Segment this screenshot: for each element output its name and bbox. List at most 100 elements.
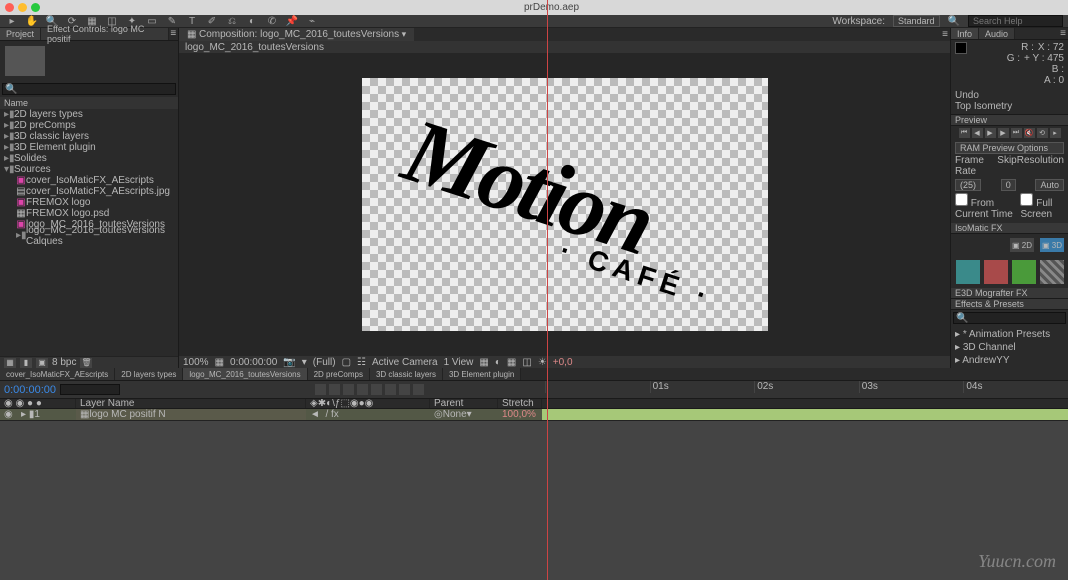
audio-tab[interactable]: Audio (979, 28, 1015, 39)
parent-dropdown[interactable]: ◎ None ▾ (430, 409, 498, 420)
camera-dropdown[interactable]: Active Camera (372, 357, 438, 368)
tl-tool-icon[interactable] (329, 384, 340, 395)
name-column-header[interactable]: Name (0, 97, 178, 109)
composition-viewer[interactable]: Motion · CAFÉ · (179, 53, 950, 356)
close-window-button[interactable] (5, 3, 14, 12)
play-button[interactable]: ▶ (985, 128, 996, 138)
info-tab[interactable]: Info (951, 28, 979, 39)
panel-menu-icon[interactable]: ≡ (1058, 28, 1068, 39)
folder-item[interactable]: ▸▮3D Element plugin (0, 142, 178, 153)
iso-2d-button[interactable]: ▣ 2D (1010, 238, 1034, 252)
ram-preview-button[interactable]: ▸ (1050, 128, 1061, 138)
hand-tool-icon[interactable]: ✋ (25, 16, 39, 27)
panel-menu-icon[interactable]: ≡ (940, 29, 950, 40)
tl-tool-icon[interactable] (343, 384, 354, 395)
flowchart-icon[interactable]: ▦ (187, 29, 196, 40)
timeline-tab[interactable]: 2D preComps (308, 368, 370, 380)
iso-cube-button[interactable] (1040, 260, 1064, 284)
first-frame-button[interactable]: ⏮ (959, 128, 970, 138)
iso-cube-button[interactable] (984, 260, 1008, 284)
stretch-column[interactable]: Stretch (498, 399, 542, 408)
roto-tool-icon[interactable]: ✆ (265, 16, 279, 27)
tl-tool-icon[interactable] (399, 384, 410, 395)
bpc-label[interactable]: 8 bpc (52, 357, 76, 368)
new-comp-button[interactable]: ▣ (36, 358, 48, 368)
delete-button[interactable]: 🗑 (80, 358, 92, 368)
tl-tool-icon[interactable] (371, 384, 382, 395)
interpret-button[interactable]: ▦ (4, 358, 16, 368)
next-frame-button[interactable]: ▶ (998, 128, 1009, 138)
tl-tool-icon[interactable] (357, 384, 368, 395)
timeline-tab[interactable]: 3D Element plugin (443, 368, 521, 380)
folder-item[interactable]: ▾▮Sources (0, 164, 178, 175)
time-display[interactable]: 0:00:00:00 (230, 357, 277, 368)
reset-exposure-icon[interactable]: ☀ (538, 357, 547, 368)
timeline-empty-area[interactable] (0, 421, 1068, 580)
effect-controls-tab[interactable]: Effect Controls: logo MC positif (41, 28, 169, 40)
folder-item[interactable]: ▸▮2D layers types (0, 109, 178, 120)
layer-switches[interactable]: ◄ / fx (306, 409, 430, 420)
layer-duration-bar[interactable] (542, 409, 1068, 420)
ram-options-dropdown[interactable]: RAM Preview Options (955, 142, 1064, 154)
resolution-dropdown[interactable]: Auto (1035, 179, 1064, 191)
view-dropdown[interactable]: 1 View (444, 357, 474, 368)
layer-name-column[interactable]: Layer Name (76, 399, 306, 408)
tl-tool-icon[interactable] (385, 384, 396, 395)
tl-tool-icon[interactable] (315, 384, 326, 395)
skip-dropdown[interactable]: 0 (1001, 179, 1016, 191)
timeline-tab[interactable]: 2D layers types (115, 368, 183, 380)
source-item[interactable]: ▸▮logo_MC_2016_toutesVersions Calques (0, 230, 178, 241)
mute-button[interactable]: 🔇 (1024, 128, 1035, 138)
parent-column[interactable]: Parent (430, 399, 498, 408)
timeline-tab[interactable]: logo_MC_2016_toutesVersions (183, 368, 307, 380)
timeline-tab[interactable]: 3D classic layers (370, 368, 443, 380)
misc-tool-icon[interactable]: ⌁ (305, 16, 319, 27)
panel-menu-icon[interactable]: ≡ (169, 28, 178, 40)
timeline-tab[interactable]: cover_IsoMaticFX_AEscripts (0, 368, 115, 380)
fast-preview-icon[interactable]: ◐ (495, 357, 501, 368)
preset-item[interactable]: ▸ 3D Channel (955, 341, 1064, 354)
layer-av-toggles[interactable]: ◉ ▸ ▮ 1 (0, 409, 76, 420)
layer-row[interactable]: ◉ ▸ ▮ 1 ▦ logo MC positif N ◄ / fx ◎ Non… (0, 409, 1068, 421)
exposure-value[interactable]: +0,0 (553, 357, 573, 368)
text-tool-icon[interactable]: T (185, 16, 199, 27)
snapshot-icon[interactable]: 📷 (283, 357, 295, 368)
roi-icon[interactable]: ▢ (342, 357, 351, 368)
composition-breadcrumb[interactable]: logo_MC_2016_toutesVersions (179, 41, 950, 53)
eraser-tool-icon[interactable]: ◐ (245, 16, 259, 27)
iso-cube-button[interactable] (956, 260, 980, 284)
source-item[interactable]: ▣FREMOX logo (0, 197, 178, 208)
loop-button[interactable]: ⟲ (1037, 128, 1048, 138)
from-current-checkbox[interactable] (955, 193, 968, 206)
iso-3d-button[interactable]: ▣ 3D (1040, 238, 1064, 252)
project-tab[interactable]: Project (0, 28, 41, 40)
flowchart-button[interactable]: ◫ (522, 357, 531, 368)
folder-item[interactable]: ▸▮3D classic layers (0, 131, 178, 142)
folder-item[interactable]: ▸▮Solides (0, 153, 178, 164)
time-indicator[interactable] (547, 0, 548, 580)
workspace-dropdown[interactable]: Standard (893, 15, 940, 27)
stretch-value[interactable]: 100,0% (498, 409, 542, 420)
preview-header[interactable]: Preview (951, 115, 1068, 126)
timeline-button[interactable]: ▦ (507, 357, 516, 368)
help-search-input[interactable] (968, 15, 1063, 27)
isomatic-header[interactable]: IsoMatic FX (951, 223, 1068, 234)
timecode-display[interactable]: 0:00:00:00 (4, 384, 56, 396)
selection-tool-icon[interactable]: ▸ (5, 16, 19, 27)
new-folder-button[interactable]: ▮ (20, 358, 32, 368)
maximize-window-button[interactable] (31, 3, 40, 12)
e3d-header[interactable]: E3D Mografter FX (951, 288, 1068, 299)
iso-cube-button[interactable] (1012, 260, 1036, 284)
timeline-search-input[interactable] (60, 384, 120, 395)
project-search-input[interactable]: 🔍 (2, 83, 176, 95)
composition-tab[interactable]: ▦ Composition: logo_MC_2016_toutesVersio… (179, 28, 414, 41)
time-ruler[interactable]: 01s 02s 03s 04s (545, 381, 1068, 393)
puppet-tool-icon[interactable]: 📌 (285, 16, 299, 27)
source-item[interactable]: ▣cover_IsoMaticFX_AEscripts (0, 175, 178, 186)
effects-presets-header[interactable]: Effects & Presets (951, 299, 1068, 310)
preset-item[interactable]: ▸ AndrewYY (955, 354, 1064, 367)
brush-tool-icon[interactable]: ✐ (205, 16, 219, 27)
zoom-dropdown[interactable]: 100% (183, 357, 209, 368)
clone-tool-icon[interactable]: ⎌ (225, 16, 239, 27)
minimize-window-button[interactable] (18, 3, 27, 12)
